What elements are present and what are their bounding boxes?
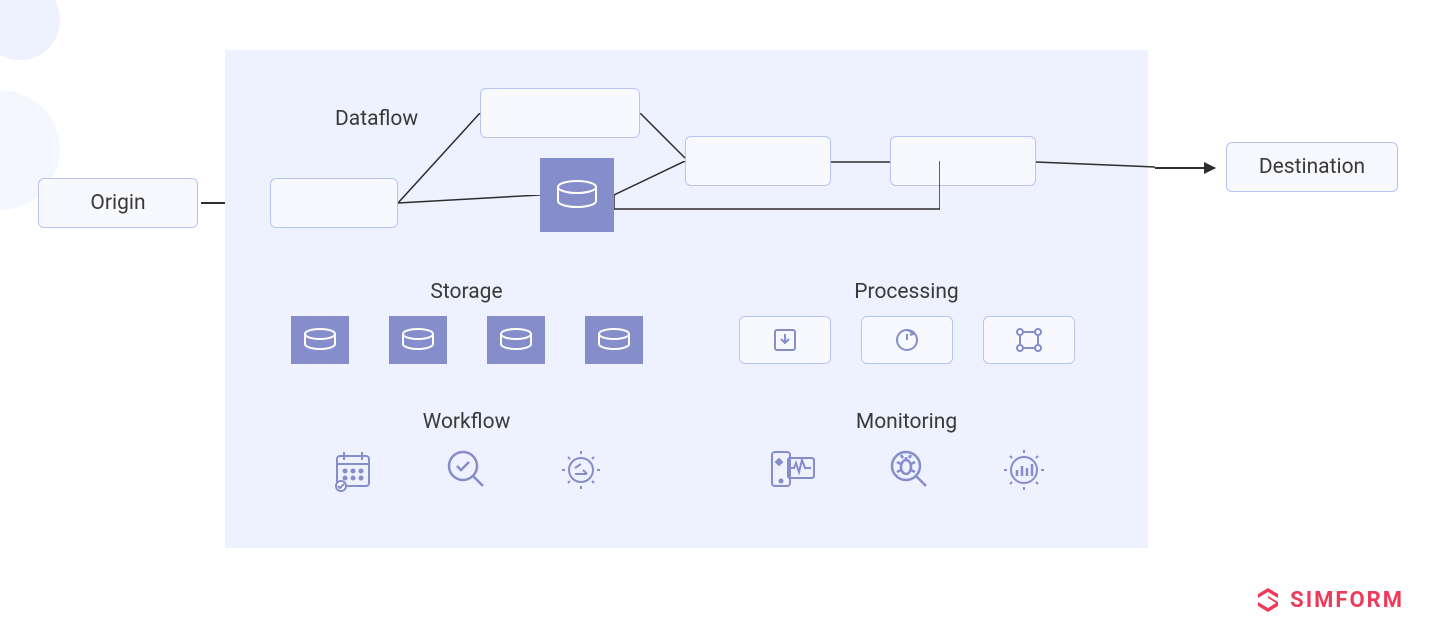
workflow-icons — [255, 448, 678, 492]
flow-node-2 — [480, 88, 640, 138]
disk-icon — [291, 316, 349, 364]
brand-logo-icon — [1254, 586, 1282, 614]
monitoring-section: Monitoring — [695, 402, 1118, 520]
disk-icon — [389, 316, 447, 364]
flow-node-1 — [270, 178, 398, 228]
workflow-title: Workflow — [255, 402, 678, 434]
network-icon — [983, 316, 1075, 364]
processing-section: Processing — [695, 272, 1118, 390]
flow-disk-node — [540, 158, 614, 232]
destination-label: Destination — [1259, 155, 1365, 179]
download-icon — [739, 316, 831, 364]
brand-logo: SIMFORM — [1254, 586, 1404, 614]
diagram-canvas: Origin Destination Dataflow Storage — [0, 0, 1434, 634]
disk-icon — [487, 316, 545, 364]
bug-search-icon — [888, 448, 932, 492]
gear-chart-icon — [1002, 448, 1046, 492]
gear-arrows-icon — [559, 448, 603, 492]
refresh-icon — [861, 316, 953, 364]
storage-title: Storage — [255, 272, 678, 304]
monitoring-title: Monitoring — [695, 402, 1118, 434]
destination-node: Destination — [1226, 142, 1398, 192]
origin-label: Origin — [90, 191, 145, 215]
origin-node: Origin — [38, 178, 198, 228]
device-monitor-icon — [768, 448, 818, 492]
processing-title: Processing — [695, 272, 1118, 304]
brand-name: SIMFORM — [1290, 588, 1404, 613]
disk-icon — [585, 316, 643, 364]
storage-section: Storage — [255, 272, 678, 390]
monitoring-icons — [695, 448, 1118, 492]
workflow-section: Workflow — [255, 402, 678, 520]
calendar-icon — [331, 448, 375, 492]
search-check-icon — [445, 448, 489, 492]
processing-icons — [695, 316, 1118, 364]
arrow-main-to-destination — [1155, 167, 1215, 169]
storage-icons — [255, 316, 678, 364]
